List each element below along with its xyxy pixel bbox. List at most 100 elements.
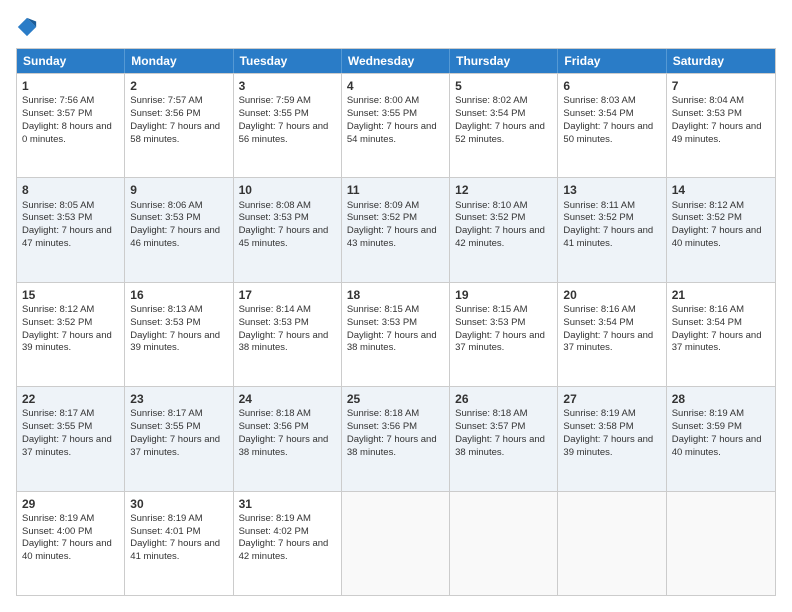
sunset: Sunset: 3:58 PM (563, 421, 633, 432)
daylight: Daylight: 7 hours and 38 minutes. (239, 330, 329, 354)
sunrise: Sunrise: 8:19 AM (563, 408, 635, 419)
calendar-week-row: 1Sunrise: 7:56 AM Sunset: 3:57 PM Daylight… (17, 73, 775, 177)
logo (16, 16, 42, 38)
day-number: 25 (347, 391, 444, 407)
daylight: Daylight: 7 hours and 47 minutes. (22, 225, 112, 249)
calendar-cell: 31Sunrise: 8:19 AMSunset: 4:02 PMDayligh… (234, 492, 342, 595)
sunset: Sunset: 3:53 PM (347, 317, 417, 328)
calendar-cell: 7Sunrise: 8:04 AMSunset: 3:53 PMDaylight… (667, 74, 775, 177)
calendar-day-header: Sunday (17, 49, 125, 73)
daylight: Daylight: 7 hours and 46 minutes. (130, 225, 220, 249)
sunrise: Sunrise: 8:15 AM (347, 304, 419, 315)
day-number: 17 (239, 287, 336, 303)
calendar-cell: 13Sunrise: 8:11 AMSunset: 3:52 PMDayligh… (558, 178, 666, 281)
daylight: Daylight: 7 hours and 50 minutes. (563, 121, 653, 145)
sunrise: Sunrise: 8:18 AM (347, 408, 419, 419)
calendar-day-header: Tuesday (234, 49, 342, 73)
sunset: Sunset: 3:56 PM (239, 421, 309, 432)
sunset: Sunset: 3:55 PM (239, 108, 309, 119)
daylight: Daylight: 7 hours and 38 minutes. (347, 434, 437, 458)
calendar-cell: 18Sunrise: 8:15 AMSunset: 3:53 PMDayligh… (342, 283, 450, 386)
sunset: Sunset: 3:54 PM (563, 108, 633, 119)
day-number: 15 (22, 287, 119, 303)
calendar-cell: 28Sunrise: 8:19 AMSunset: 3:59 PMDayligh… (667, 387, 775, 490)
calendar-cell: 23Sunrise: 8:17 AM Sunset: 3:55 PM Dayligh… (125, 387, 233, 490)
calendar-cell: 5Sunrise: 8:02 AM Sunset: 3:54 PM Daylight… (450, 74, 558, 177)
sunset: Sunset: 3:57 PM (22, 108, 92, 119)
day-number: 7 (672, 78, 770, 94)
calendar-cell: 11Sunrise: 8:09 AMSunset: 3:52 PMDayligh… (342, 178, 450, 281)
sunrise: Sunrise: 8:09 AM (347, 200, 419, 211)
day-number: 30 (130, 496, 227, 512)
sunrise: Sunrise: 8:11 AM (563, 200, 635, 211)
sunset: Sunset: 3:55 PM (130, 421, 200, 432)
day-number: 5 (455, 78, 552, 94)
day-number: 29 (22, 496, 119, 512)
sunset: Sunset: 3:57 PM (455, 421, 525, 432)
day-number: 19 (455, 287, 552, 303)
sunset: Sunset: 3:52 PM (22, 317, 92, 328)
sunset: Sunset: 4:01 PM (130, 526, 200, 537)
sunset: Sunset: 3:52 PM (672, 212, 742, 223)
sunrise: Sunrise: 8:13 AM (130, 304, 202, 315)
sunrise: Sunrise: 8:06 AM (130, 200, 202, 211)
day-number: 27 (563, 391, 660, 407)
daylight: Daylight: 7 hours and 39 minutes. (563, 434, 653, 458)
sunrise: Sunrise: 8:14 AM (239, 304, 311, 315)
daylight: Daylight: 7 hours and 42 minutes. (239, 538, 329, 562)
sunset: Sunset: 3:52 PM (563, 212, 633, 223)
daylight: Daylight: 7 hours and 40 minutes. (22, 538, 112, 562)
sunset: Sunset: 3:52 PM (455, 212, 525, 223)
sunrise: Sunrise: 8:19 AM (22, 513, 94, 524)
sunrise: Sunrise: 8:04 AM (672, 95, 744, 106)
sunrise: Sunrise: 8:08 AM (239, 200, 311, 211)
sunrise: Sunrise: 8:03 AM (563, 95, 635, 106)
calendar-week-row: 8Sunrise: 8:05 AMSunset: 3:53 PMDaylight… (17, 177, 775, 281)
calendar-cell: 27Sunrise: 8:19 AM Sunset: 3:58 PM Dayligh… (558, 387, 666, 490)
sunrise: Sunrise: 7:57 AM (130, 95, 202, 106)
sunset: Sunset: 3:54 PM (455, 108, 525, 119)
day-number: 24 (239, 391, 336, 407)
day-number: 4 (347, 78, 444, 94)
calendar-cell: 2Sunrise: 7:57 AMSunset: 3:56 PMDaylight… (125, 74, 233, 177)
day-number: 22 (22, 391, 119, 407)
sunrise: Sunrise: 8:16 AM (563, 304, 635, 315)
calendar-cell: 15Sunrise: 8:12 AMSunset: 3:52 PMDayligh… (17, 283, 125, 386)
sunrise: Sunrise: 8:19 AM (672, 408, 744, 419)
sunrise: Sunrise: 8:19 AM (239, 513, 311, 524)
sunrise: Sunrise: 7:56 AM (22, 95, 94, 106)
sunset: Sunset: 3:54 PM (672, 317, 742, 328)
daylight: Daylight: 7 hours and 41 minutes. (130, 538, 220, 562)
daylight: Daylight: 7 hours and 41 minutes. (563, 225, 653, 249)
calendar-cell: 17Sunrise: 8:14 AMSunset: 3:53 PMDayligh… (234, 283, 342, 386)
sunset: Sunset: 3:54 PM (563, 317, 633, 328)
daylight: Daylight: 7 hours and 37 minutes. (130, 434, 220, 458)
calendar-cell: 26Sunrise: 8:18 AMSunset: 3:57 PMDayligh… (450, 387, 558, 490)
daylight: Daylight: 7 hours and 58 minutes. (130, 121, 220, 145)
daylight: Daylight: 7 hours and 37 minutes. (455, 330, 545, 354)
daylight: Daylight: 7 hours and 38 minutes. (455, 434, 545, 458)
sunset: Sunset: 3:55 PM (22, 421, 92, 432)
day-number: 1 (22, 78, 119, 94)
calendar-week-row: 15Sunrise: 8:12 AMSunset: 3:52 PMDayligh… (17, 282, 775, 386)
sunset: Sunset: 3:53 PM (672, 108, 742, 119)
calendar-cell: 20Sunrise: 8:16 AMSunset: 3:54 PMDayligh… (558, 283, 666, 386)
daylight: Daylight: 7 hours and 38 minutes. (239, 434, 329, 458)
calendar-cell: 3Sunrise: 7:59 AMSunset: 3:55 PMDaylight… (234, 74, 342, 177)
sunrise: Sunrise: 7:59 AM (239, 95, 311, 106)
sunrise: Sunrise: 8:00 AM (347, 95, 419, 106)
day-number: 23 (130, 391, 227, 407)
calendar-cell: 6Sunrise: 8:03 AMSunset: 3:54 PMDaylight… (558, 74, 666, 177)
calendar-cell (342, 492, 450, 595)
calendar-day-header: Friday (558, 49, 666, 73)
logo-icon (16, 16, 38, 38)
daylight: Daylight: 7 hours and 38 minutes. (347, 330, 437, 354)
daylight: Daylight: 7 hours and 40 minutes. (672, 434, 762, 458)
sunrise: Sunrise: 8:10 AM (455, 200, 527, 211)
sunrise: Sunrise: 8:18 AM (239, 408, 311, 419)
calendar-cell: 16Sunrise: 8:13 AMSunset: 3:53 PMDayligh… (125, 283, 233, 386)
sunrise: Sunrise: 8:17 AM (130, 408, 202, 419)
sunrise: Sunrise: 8:18 AM (455, 408, 527, 419)
daylight: Daylight: 7 hours and 52 minutes. (455, 121, 545, 145)
sunrise: Sunrise: 8:02 AM (455, 95, 527, 106)
